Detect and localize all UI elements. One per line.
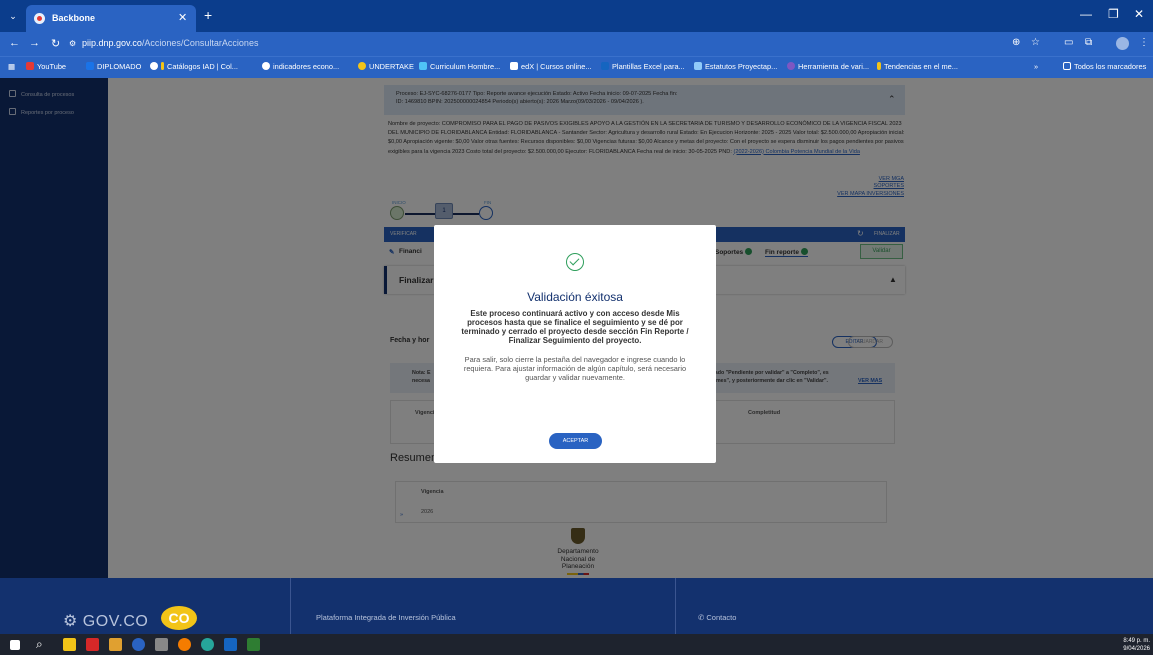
folder-icon <box>1063 62 1071 70</box>
apps-grid-icon[interactable]: ▦ <box>8 62 15 71</box>
flag-icon <box>161 62 164 70</box>
menu-kebab-icon[interactable]: ⋮ <box>1139 37 1149 48</box>
file-explorer-icon[interactable] <box>63 638 76 651</box>
globe-icon <box>150 62 158 70</box>
folder-icon <box>86 62 94 70</box>
bookmark-undertake[interactable]: UNDERTAKE <box>358 62 414 71</box>
document-icon <box>694 62 702 70</box>
extensions-icon[interactable]: ⧉ <box>1085 37 1092 48</box>
excel-icon[interactable] <box>247 638 260 651</box>
footer-divider <box>290 578 291 634</box>
app-icon[interactable] <box>109 638 122 651</box>
aceptar-button[interactable]: ACEPTAR <box>549 433 602 449</box>
contact-link[interactable]: ✆ Contacto <box>698 613 736 622</box>
footer-divider <box>675 578 676 634</box>
validation-success-modal: Validación éxitosa Este proceso continua… <box>434 225 716 463</box>
co-logo: CO <box>161 606 197 630</box>
bookmark-indicadores[interactable]: indicadores econo... <box>262 62 339 71</box>
close-window-icon[interactable]: ✕ <box>1134 7 1144 21</box>
profile-avatar[interactable] <box>1116 37 1129 50</box>
app-icon[interactable] <box>155 638 168 651</box>
bookmark-plantillas[interactable]: Plantillas Excel para... <box>601 62 685 71</box>
address-bar[interactable]: piip.dnp.gov.co/Acciones/ConsultarAccion… <box>82 38 258 48</box>
cast-icon[interactable]: ▭ <box>1064 37 1073 48</box>
windows-start-icon[interactable] <box>10 640 20 650</box>
browser-toolbar: ← → ↻ ⚙ piip.dnp.gov.co/Acciones/Consult… <box>0 32 1153 56</box>
close-tab-icon[interactable]: ✕ <box>178 11 187 24</box>
favicon-icon <box>34 13 45 24</box>
pin-icon <box>358 62 366 70</box>
search-icon[interactable]: ⌕ <box>36 637 49 651</box>
tab-title: Backbone <box>52 13 96 23</box>
browser-tab[interactable]: Backbone ✕ <box>26 5 196 32</box>
browser-tab-bar: ⌄ Backbone ✕ + — ❐ ✕ <box>0 0 1153 32</box>
modal-body-normal: Para salir, solo cierre la pestaña del n… <box>463 355 687 382</box>
modal-title: Validación éxitosa <box>527 290 623 304</box>
bookmark-star-icon[interactable]: ☆ <box>1031 37 1040 48</box>
bookmark-diplomado[interactable]: DIPLOMADO <box>86 62 141 71</box>
bookmark-tendencias[interactable]: Tendencias en el me... <box>877 62 958 71</box>
maximize-icon[interactable]: ❐ <box>1108 7 1119 21</box>
bookmark-edx[interactable]: edX | Cursos online... <box>510 62 592 71</box>
minimize-icon[interactable]: — <box>1080 7 1092 21</box>
os-taskbar: ⌕ 8:49 p. m. 9/04/2026 <box>0 634 1153 655</box>
bookmarks-bar: ▦ YouTube DIPLOMADO Catálogos IAD | Col.… <box>0 56 1153 78</box>
bookmark-estatutos[interactable]: Estatutos Proyectap... <box>694 62 777 71</box>
pdf-reader-icon[interactable] <box>86 638 99 651</box>
new-tab-icon[interactable]: + <box>204 7 212 23</box>
bookmark-curriculum[interactable]: Curriculum Hombre... <box>419 62 500 71</box>
youtube-icon <box>26 62 34 70</box>
bookmark-catalogos[interactable]: Catálogos IAD | Col... <box>150 62 238 71</box>
zoom-icon[interactable]: ⊕ <box>1012 37 1020 48</box>
document-icon <box>601 62 609 70</box>
system-clock[interactable]: 8:49 p. m. 9/04/2026 <box>1110 637 1150 653</box>
url-path: /Acciones/ConsultarAcciones <box>141 38 259 48</box>
check-circle-icon <box>566 253 584 271</box>
back-icon[interactable]: ← <box>9 37 20 49</box>
forward-icon[interactable]: → <box>29 37 40 49</box>
site-footer: ⚙ GOV.CO CO Plataforma Integrada de Inve… <box>0 578 1153 634</box>
reload-icon[interactable]: ↻ <box>51 37 60 50</box>
cloud-icon <box>419 62 427 70</box>
tool-icon <box>787 62 795 70</box>
bookmark-youtube[interactable]: YouTube <box>26 62 66 71</box>
chrome-icon[interactable] <box>201 638 214 651</box>
site-info-icon[interactable]: ⚙ <box>69 39 76 48</box>
tab-search-icon[interactable]: ⌄ <box>6 9 20 23</box>
word-icon[interactable] <box>224 638 237 651</box>
url-domain: piip.dnp.gov.co <box>82 38 142 48</box>
chrome-icon[interactable] <box>178 638 191 651</box>
bookmarks-overflow[interactable]: » <box>1034 62 1038 71</box>
all-bookmarks[interactable]: Todos los marcadores <box>1063 62 1146 71</box>
platform-name: Plataforma Integrada de Inversión Públic… <box>316 613 456 622</box>
gov-co-logo[interactable]: ⚙ GOV.CO <box>63 611 148 631</box>
chrome-icon[interactable] <box>132 638 145 651</box>
bulb-icon <box>877 62 881 70</box>
globe-icon <box>262 62 270 70</box>
edx-icon <box>510 62 518 70</box>
modal-body-bold: Este proceso continuará activo y con acc… <box>461 309 689 345</box>
bookmark-herramienta[interactable]: Herramienta de vari... <box>787 62 869 71</box>
